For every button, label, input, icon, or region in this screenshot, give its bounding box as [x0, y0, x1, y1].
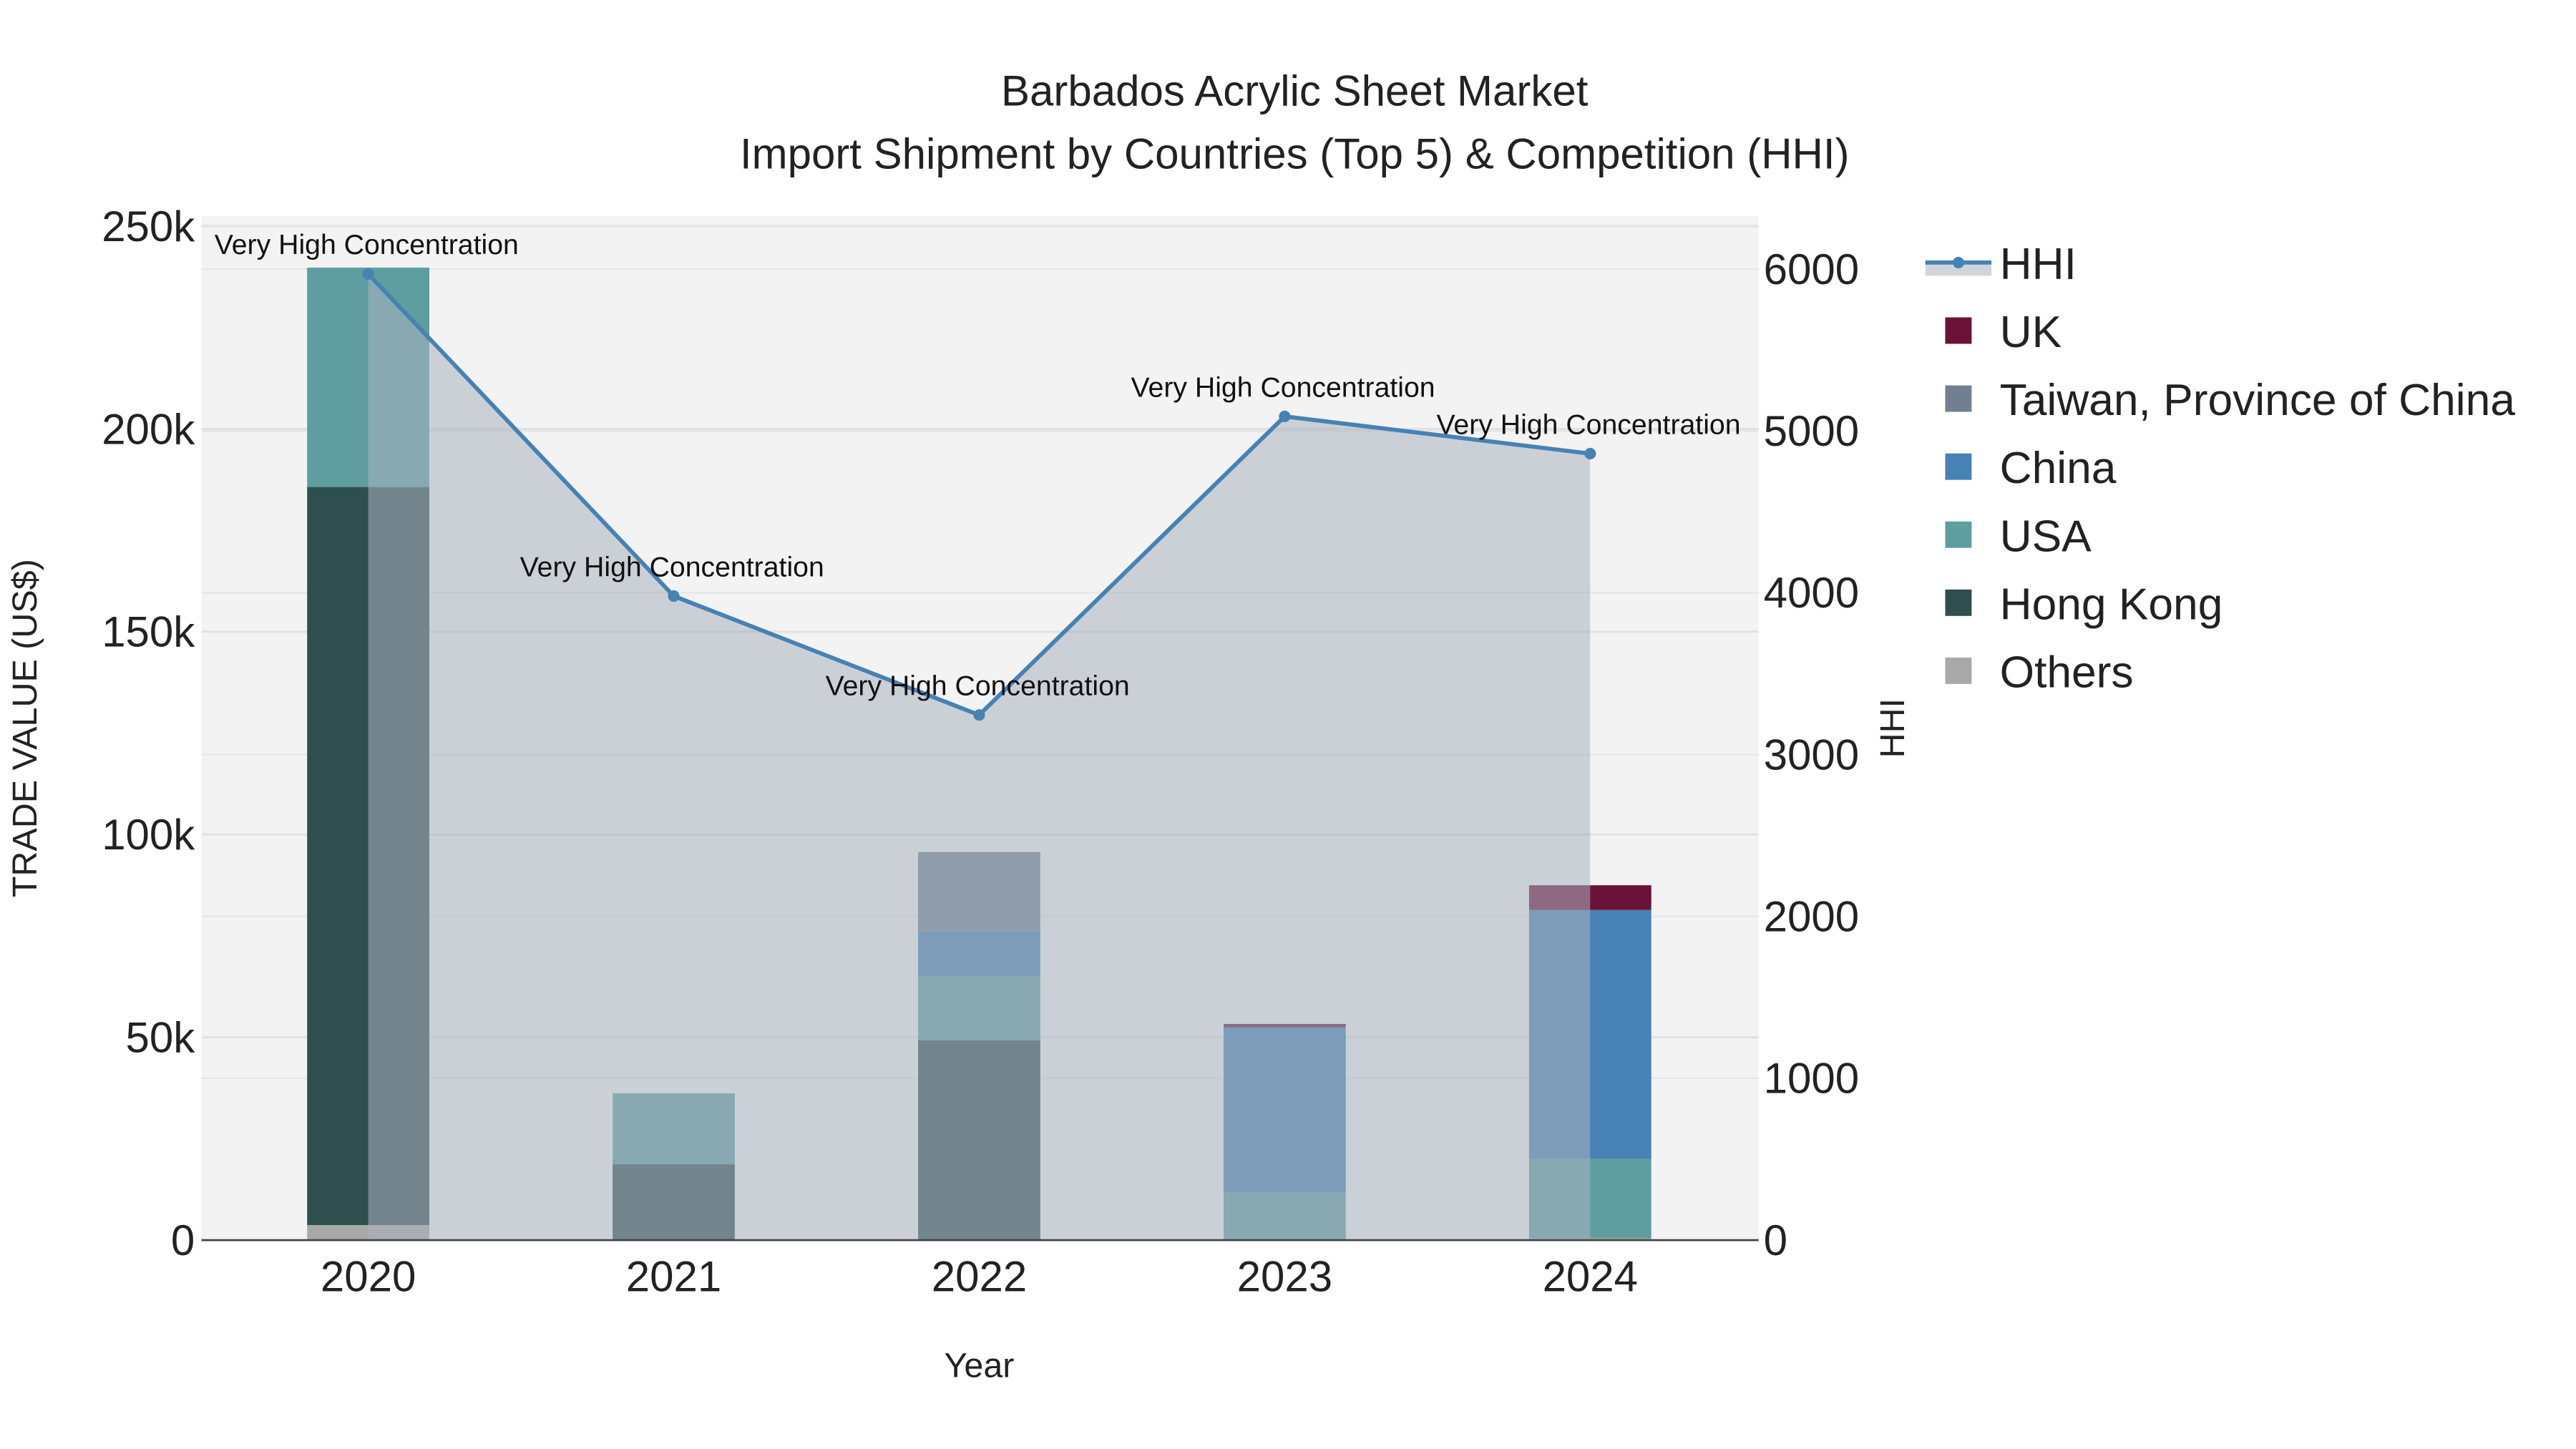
legend-label: HHI: [2000, 240, 2077, 289]
y2-axis-label: HHI: [1873, 698, 1912, 758]
legend-swatch: [1945, 521, 1972, 548]
y2-tick-label: 4000: [1764, 569, 1859, 617]
legend-label: Hong Kong: [2000, 580, 2223, 629]
y2-tick-label: 0: [1764, 1216, 1787, 1264]
legend-swatch: [1945, 385, 1972, 412]
legend-label: Others: [2000, 648, 2134, 697]
x-tick-label: 2024: [1543, 1253, 1638, 1301]
y-axis-label: TRADE VALUE (US$): [6, 559, 44, 897]
hhi-point: [1279, 410, 1291, 423]
hhi-annotation: Very High Concentration: [1436, 409, 1740, 440]
x-axis-label: Year: [945, 1347, 1015, 1385]
y-tick-label: 100k: [102, 811, 195, 859]
x-tick-label: 2022: [932, 1253, 1027, 1301]
chart-subtitle: Import Shipment by Countries (Top 5) & C…: [740, 130, 1850, 177]
legend-swatch: [1945, 317, 1972, 344]
hhi-annotation: Very High Concentration: [1131, 371, 1435, 403]
y-tick-label: 150k: [102, 608, 195, 656]
x-tick-label: 2020: [321, 1253, 416, 1301]
legend-label: UK: [2000, 308, 2062, 357]
y-tick-label: 0: [171, 1216, 195, 1264]
hhi-point: [1584, 447, 1596, 460]
hhi-point: [973, 709, 985, 721]
hhi-annotation: Very High Concentration: [520, 551, 824, 582]
y2-tick-label: 2000: [1764, 893, 1859, 941]
chart: Very High ConcentrationVery High Concent…: [0, 0, 2576, 1449]
legend-label: Taiwan, Province of China: [2000, 376, 2516, 425]
legend-label: China: [2000, 444, 2117, 493]
x-tick-label: 2023: [1237, 1253, 1332, 1301]
legend-hhi-marker: [1952, 256, 1964, 268]
y-tick-label: 50k: [126, 1013, 196, 1061]
x-tick-label: 2021: [626, 1253, 721, 1301]
chart-title: Barbados Acrylic Sheet Market: [1001, 67, 1589, 115]
y-tick-label: 200k: [102, 405, 195, 453]
y2-tick-label: 1000: [1764, 1055, 1859, 1103]
hhi-annotation: Very High Concentration: [826, 670, 1130, 702]
y2-tick-label: 3000: [1764, 731, 1859, 779]
y-tick-label: 250k: [102, 203, 195, 250]
y2-tick-label: 5000: [1764, 407, 1859, 455]
hhi-point: [362, 268, 374, 280]
y2-tick-label: 6000: [1764, 245, 1859, 293]
legend-swatch: [1945, 657, 1972, 684]
legend-swatch: [1945, 589, 1972, 616]
legend-swatch: [1945, 453, 1972, 480]
legend-label: USA: [2000, 512, 2092, 561]
hhi-annotation: Very High Concentration: [215, 229, 519, 260]
hhi-point: [668, 590, 680, 602]
